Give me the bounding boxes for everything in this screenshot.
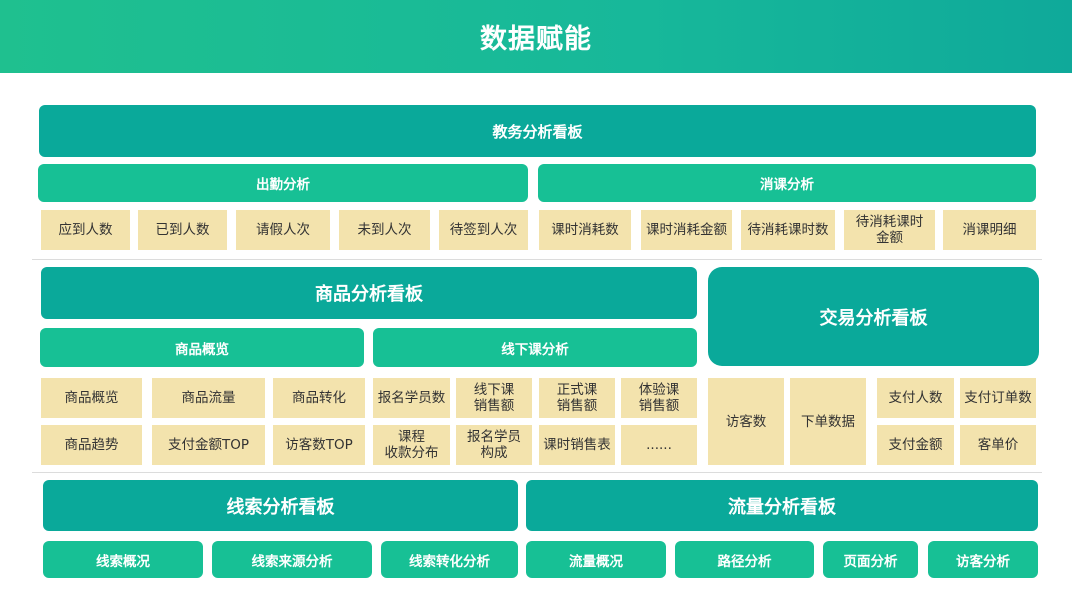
metric-absent-count: 未到人次 bbox=[339, 210, 430, 250]
metric-leave-count: 请假人次 bbox=[236, 210, 330, 250]
clue-overview: 线索概况 bbox=[43, 541, 203, 578]
metric-expected-count: 应到人数 bbox=[41, 210, 130, 250]
metric-payment-amount-top: 支付金额TOP bbox=[152, 425, 265, 465]
metric-class-hours-amount: 课时消耗金额 bbox=[641, 210, 732, 250]
metric-goods-trend: 商品趋势 bbox=[41, 425, 142, 465]
metric-payment-amount: 支付金额 bbox=[877, 425, 954, 465]
metric-consume-detail: 消课明细 bbox=[943, 210, 1036, 250]
metric-goods-traffic: 商品流量 bbox=[152, 378, 265, 418]
metric-order-data: 下单数据 bbox=[790, 378, 866, 465]
metric-pending-sign-count: 待签到人次 bbox=[439, 210, 528, 250]
metric-goods-overview: 商品概览 bbox=[41, 378, 142, 418]
metric-offline-sales: 线下课 销售额 bbox=[456, 378, 532, 418]
goods-overview-title: 商品概览 bbox=[40, 328, 364, 367]
metric-enrolled-composition: 报名学员 构成 bbox=[456, 425, 532, 465]
metric-regular-course-sales: 正式课 销售额 bbox=[539, 378, 615, 418]
metric-visitors-top: 访客数TOP bbox=[273, 425, 365, 465]
metric-trial-course-sales: 体验课 销售额 bbox=[621, 378, 697, 418]
metric-course-payment-distribution: 课程 收款分布 bbox=[373, 425, 450, 465]
clue-source-analysis: 线索来源分析 bbox=[212, 541, 372, 578]
path-analysis: 路径分析 bbox=[675, 541, 814, 578]
metric-class-hour-sales-table: 课时销售表 bbox=[539, 425, 615, 465]
metric-enrolled-students: 报名学员数 bbox=[373, 378, 450, 418]
consume-analysis-title: 消课分析 bbox=[538, 164, 1036, 202]
section-divider bbox=[32, 259, 1042, 260]
metric-avg-order-value: 客单价 bbox=[960, 425, 1036, 465]
traffic-overview: 流量概况 bbox=[526, 541, 666, 578]
clue-board-title: 线索分析看板 bbox=[43, 480, 518, 531]
edu-board-title: 教务分析看板 bbox=[39, 105, 1036, 157]
page-analysis: 页面分析 bbox=[823, 541, 918, 578]
visitor-analysis: 访客分析 bbox=[928, 541, 1038, 578]
section-divider bbox=[32, 472, 1042, 473]
metric-arrived-count: 已到人数 bbox=[138, 210, 227, 250]
metric-more: ...... bbox=[621, 425, 697, 465]
metric-paid-orders: 支付订单数 bbox=[960, 378, 1036, 418]
metric-pending-class-hours: 待消耗课时数 bbox=[741, 210, 835, 250]
metric-goods-conversion: 商品转化 bbox=[273, 378, 365, 418]
offline-course-title: 线下课分析 bbox=[373, 328, 697, 367]
metric-visitors: 访客数 bbox=[708, 378, 784, 465]
metric-class-hours-consumed: 课时消耗数 bbox=[539, 210, 631, 250]
goods-board-title: 商品分析看板 bbox=[41, 267, 697, 319]
attendance-analysis-title: 出勤分析 bbox=[38, 164, 528, 202]
traffic-board-title: 流量分析看板 bbox=[526, 480, 1038, 531]
metric-payers: 支付人数 bbox=[877, 378, 954, 418]
clue-conversion-analysis: 线索转化分析 bbox=[381, 541, 518, 578]
metric-pending-hours-amount: 待消耗课时 金额 bbox=[844, 210, 935, 250]
trade-board-title: 交易分析看板 bbox=[708, 267, 1039, 366]
page-title: 数据赋能 bbox=[0, 0, 1072, 73]
